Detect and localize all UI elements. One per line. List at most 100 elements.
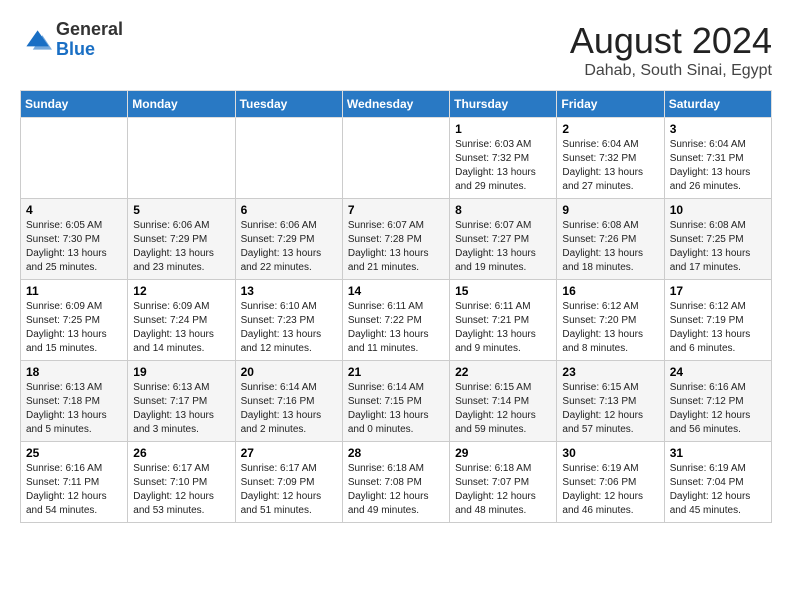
day-content: Sunrise: 6:12 AMSunset: 7:20 PMDaylight:… — [562, 300, 658, 356]
day-number: 25 — [26, 446, 122, 460]
day-number: 28 — [348, 446, 444, 460]
day-number: 24 — [670, 365, 766, 379]
day-number: 7 — [348, 203, 444, 217]
calendar-cell: 25 Sunrise: 6:16 AMSunset: 7:11 PMDayligh… — [21, 442, 128, 523]
calendar-cell: 20 Sunrise: 6:14 AMSunset: 7:16 PMDayligh… — [235, 361, 342, 442]
day-content: Sunrise: 6:13 AMSunset: 7:18 PMDaylight:… — [26, 381, 122, 437]
calendar-cell: 5Sunrise: 6:06 AMSunset: 7:29 PMDaylight… — [128, 199, 235, 280]
weekday-header-tuesday: Tuesday — [235, 91, 342, 118]
day-content: Sunrise: 6:04 AMSunset: 7:32 PMDaylight:… — [562, 138, 658, 194]
day-content: Sunrise: 6:12 AMSunset: 7:19 PMDaylight:… — [670, 300, 766, 356]
day-number: 15 — [455, 284, 551, 298]
calendar-week-row: 18 Sunrise: 6:13 AMSunset: 7:18 PMDayligh… — [21, 361, 772, 442]
logo-icon — [20, 24, 52, 56]
page-header: General Blue August 2024 Dahab, South Si… — [20, 20, 772, 80]
day-number: 1 — [455, 122, 551, 136]
calendar-cell: 9Sunrise: 6:08 AMSunset: 7:26 PMDaylight… — [557, 199, 664, 280]
day-content: Sunrise: 6:04 AMSunset: 7:31 PMDaylight:… — [670, 138, 766, 194]
day-number: 9 — [562, 203, 658, 217]
day-number: 10 — [670, 203, 766, 217]
month-year-title: August 2024 — [570, 20, 772, 62]
day-number: 6 — [241, 203, 337, 217]
day-number: 22 — [455, 365, 551, 379]
calendar-cell: 7Sunrise: 6:07 AMSunset: 7:28 PMDaylight… — [342, 199, 449, 280]
calendar-cell: 26 Sunrise: 6:17 AMSunset: 7:10 PMDayligh… — [128, 442, 235, 523]
day-number: 12 — [133, 284, 229, 298]
location-subtitle: Dahab, South Sinai, Egypt — [570, 62, 772, 80]
calendar-cell: 19 Sunrise: 6:13 AMSunset: 7:17 PMDayligh… — [128, 361, 235, 442]
day-number: 23 — [562, 365, 658, 379]
weekday-header-wednesday: Wednesday — [342, 91, 449, 118]
title-block: August 2024 Dahab, South Sinai, Egypt — [570, 20, 772, 80]
day-content: Sunrise: 6:06 AMSunset: 7:29 PMDaylight:… — [241, 219, 337, 275]
weekday-header-thursday: Thursday — [450, 91, 557, 118]
day-number: 11 — [26, 284, 122, 298]
day-number: 19 — [133, 365, 229, 379]
day-number: 26 — [133, 446, 229, 460]
calendar-cell: 28 Sunrise: 6:18 AMSunset: 7:08 PMDayligh… — [342, 442, 449, 523]
day-content: Sunrise: 6:13 AMSunset: 7:17 PMDaylight:… — [133, 381, 229, 437]
calendar-cell: 30 Sunrise: 6:19 AMSunset: 7:06 PMDayligh… — [557, 442, 664, 523]
calendar-cell: 29 Sunrise: 6:18 AMSunset: 7:07 PMDayligh… — [450, 442, 557, 523]
calendar-cell: 12 Sunrise: 6:09 AMSunset: 7:24 PMDayligh… — [128, 280, 235, 361]
day-content: Sunrise: 6:16 AMSunset: 7:12 PMDaylight:… — [670, 381, 766, 437]
calendar-cell — [235, 118, 342, 199]
logo: General Blue — [20, 20, 123, 60]
day-number: 13 — [241, 284, 337, 298]
day-content: Sunrise: 6:18 AMSunset: 7:07 PMDaylight:… — [455, 462, 551, 518]
calendar-cell: 23 Sunrise: 6:15 AMSunset: 7:13 PMDayligh… — [557, 361, 664, 442]
day-content: Sunrise: 6:15 AMSunset: 7:14 PMDaylight:… — [455, 381, 551, 437]
calendar-cell: 1 Sunrise: 6:03 AMSunset: 7:32 PMDaylight… — [450, 118, 557, 199]
calendar-cell: 14 Sunrise: 6:11 AMSunset: 7:22 PMDayligh… — [342, 280, 449, 361]
calendar-cell: 24 Sunrise: 6:16 AMSunset: 7:12 PMDayligh… — [664, 361, 771, 442]
day-number: 21 — [348, 365, 444, 379]
calendar-cell: 15 Sunrise: 6:11 AMSunset: 7:21 PMDayligh… — [450, 280, 557, 361]
day-number: 18 — [26, 365, 122, 379]
day-number: 31 — [670, 446, 766, 460]
day-content: Sunrise: 6:15 AMSunset: 7:13 PMDaylight:… — [562, 381, 658, 437]
day-number: 20 — [241, 365, 337, 379]
calendar-cell: 4 Sunrise: 6:05 AMSunset: 7:30 PMDaylight… — [21, 199, 128, 280]
day-content: Sunrise: 6:09 AMSunset: 7:24 PMDaylight:… — [133, 300, 229, 356]
day-content: Sunrise: 6:19 AMSunset: 7:04 PMDaylight:… — [670, 462, 766, 518]
day-content: Sunrise: 6:16 AMSunset: 7:11 PMDaylight:… — [26, 462, 122, 518]
weekday-header-row: SundayMondayTuesdayWednesdayThursdayFrid… — [21, 91, 772, 118]
day-number: 8 — [455, 203, 551, 217]
calendar-cell — [21, 118, 128, 199]
day-content: Sunrise: 6:08 AMSunset: 7:25 PMDaylight:… — [670, 219, 766, 275]
day-content: Sunrise: 6:10 AMSunset: 7:23 PMDaylight:… — [241, 300, 337, 356]
day-number: 4 — [26, 203, 122, 217]
weekday-header-friday: Friday — [557, 91, 664, 118]
day-number: 27 — [241, 446, 337, 460]
day-content: Sunrise: 6:11 AMSunset: 7:22 PMDaylight:… — [348, 300, 444, 356]
logo-text: General Blue — [56, 20, 123, 60]
day-number: 16 — [562, 284, 658, 298]
calendar-cell — [128, 118, 235, 199]
calendar-week-row: 1 Sunrise: 6:03 AMSunset: 7:32 PMDaylight… — [21, 118, 772, 199]
day-content: Sunrise: 6:18 AMSunset: 7:08 PMDaylight:… — [348, 462, 444, 518]
day-number: 29 — [455, 446, 551, 460]
calendar-week-row: 4 Sunrise: 6:05 AMSunset: 7:30 PMDaylight… — [21, 199, 772, 280]
day-content: Sunrise: 6:07 AMSunset: 7:27 PMDaylight:… — [455, 219, 551, 275]
day-content: Sunrise: 6:09 AMSunset: 7:25 PMDaylight:… — [26, 300, 122, 356]
day-number: 30 — [562, 446, 658, 460]
day-content: Sunrise: 6:19 AMSunset: 7:06 PMDaylight:… — [562, 462, 658, 518]
calendar-cell: 21 Sunrise: 6:14 AMSunset: 7:15 PMDayligh… — [342, 361, 449, 442]
day-number: 17 — [670, 284, 766, 298]
day-content: Sunrise: 6:14 AMSunset: 7:16 PMDaylight:… — [241, 381, 337, 437]
calendar-week-row: 25 Sunrise: 6:16 AMSunset: 7:11 PMDayligh… — [21, 442, 772, 523]
day-content: Sunrise: 6:17 AMSunset: 7:10 PMDaylight:… — [133, 462, 229, 518]
calendar-cell: 17 Sunrise: 6:12 AMSunset: 7:19 PMDayligh… — [664, 280, 771, 361]
weekday-header-saturday: Saturday — [664, 91, 771, 118]
calendar-cell — [342, 118, 449, 199]
day-content: Sunrise: 6:03 AMSunset: 7:32 PMDaylight:… — [455, 138, 551, 194]
day-number: 5 — [133, 203, 229, 217]
day-number: 14 — [348, 284, 444, 298]
day-content: Sunrise: 6:05 AMSunset: 7:30 PMDaylight:… — [26, 219, 122, 275]
day-content: Sunrise: 6:11 AMSunset: 7:21 PMDaylight:… — [455, 300, 551, 356]
weekday-header-sunday: Sunday — [21, 91, 128, 118]
day-content: Sunrise: 6:14 AMSunset: 7:15 PMDaylight:… — [348, 381, 444, 437]
weekday-header-monday: Monday — [128, 91, 235, 118]
calendar-cell: 18 Sunrise: 6:13 AMSunset: 7:18 PMDayligh… — [21, 361, 128, 442]
calendar-cell: 2Sunrise: 6:04 AMSunset: 7:32 PMDaylight… — [557, 118, 664, 199]
